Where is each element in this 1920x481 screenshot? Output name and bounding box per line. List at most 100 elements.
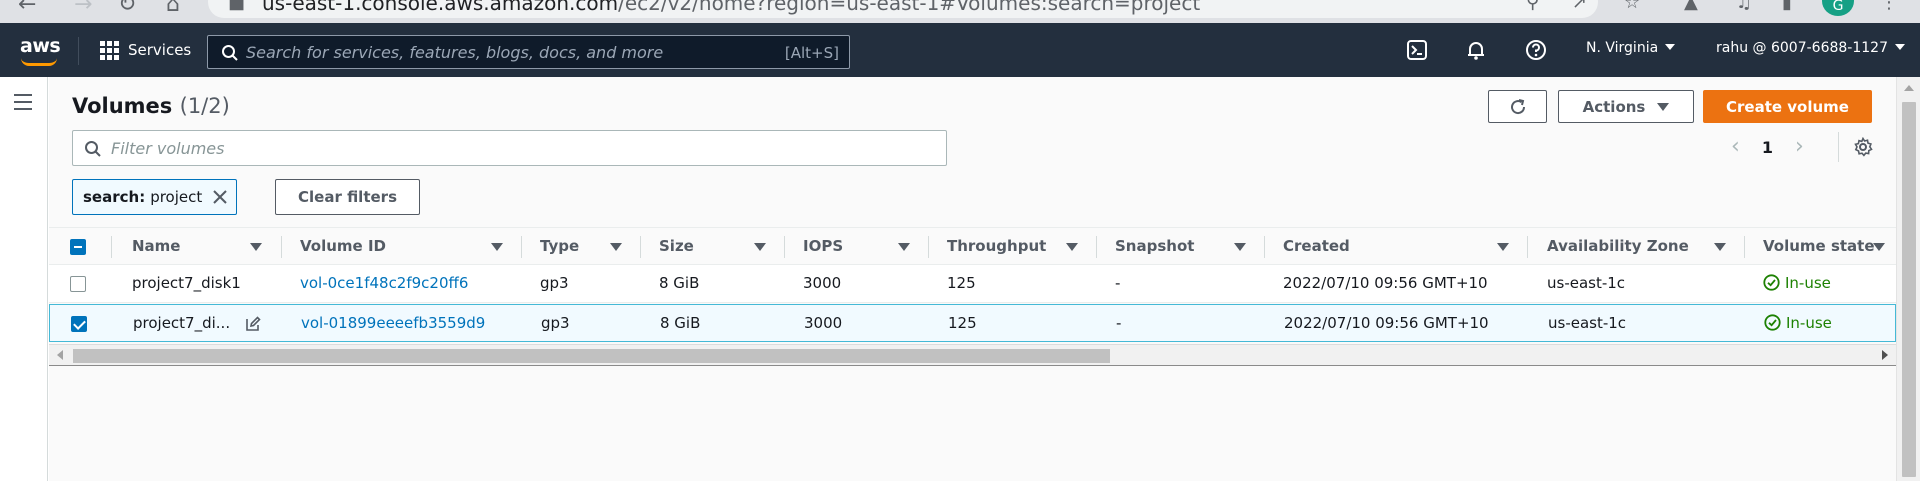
edit-pencil-icon[interactable] xyxy=(245,316,261,332)
pagination: ‹ 1 › xyxy=(1731,135,1804,159)
help-icon[interactable] xyxy=(1525,39,1547,61)
actions-dropdown-button[interactable]: Actions xyxy=(1558,90,1694,123)
actions-label: Actions xyxy=(1582,97,1646,116)
create-volume-button[interactable]: Create volume xyxy=(1703,90,1872,123)
column-header-throughput[interactable]: Throughput xyxy=(947,228,1046,266)
filter-volumes-field[interactable] xyxy=(72,130,947,166)
column-header-volume-state[interactable]: Volume state xyxy=(1763,228,1875,266)
scroll-up-arrow-icon[interactable] xyxy=(1904,85,1914,91)
profile-avatar[interactable]: G xyxy=(1822,0,1854,16)
caret-down-icon xyxy=(1657,102,1670,111)
refresh-icon xyxy=(1510,98,1525,114)
column-header-snapshot[interactable]: Snapshot xyxy=(1115,228,1194,266)
column-header-availability-zone[interactable]: Availability Zone xyxy=(1547,228,1689,266)
select-all-checkbox[interactable] xyxy=(70,239,86,255)
column-header-type[interactable]: Type xyxy=(540,228,579,266)
filter-volumes-input[interactable] xyxy=(111,131,931,165)
column-header-name[interactable]: Name xyxy=(132,228,180,266)
global-search[interactable]: [Alt+S] xyxy=(207,35,850,69)
home-icon[interactable]: ⌂ xyxy=(166,0,180,17)
cell-iops: 3000 xyxy=(804,314,843,332)
column-header-iops[interactable]: IOPS xyxy=(803,228,843,266)
current-page-number[interactable]: 1 xyxy=(1762,138,1773,157)
pagination-divider xyxy=(1838,132,1839,162)
check-circle-icon xyxy=(1763,274,1780,291)
profile-initial: G xyxy=(1832,0,1844,14)
cell-volume-id-link[interactable]: vol-0ce1f48c2f9c20ff6 xyxy=(300,265,468,303)
table-header: Name Volume ID Type Size IOPS Throughput… xyxy=(49,227,1896,265)
share-icon[interactable]: ↗ xyxy=(1572,0,1587,13)
sort-caret-icon[interactable] xyxy=(250,243,262,251)
cell-name: project7_disk1 xyxy=(132,274,241,292)
column-divider xyxy=(111,236,112,258)
cloudshell-icon[interactable] xyxy=(1406,39,1428,61)
search-shortcut-hint: [Alt+S] xyxy=(784,44,839,62)
sort-caret-icon[interactable] xyxy=(1497,243,1509,251)
refresh-button[interactable] xyxy=(1488,90,1547,123)
table-row[interactable]: project7_disk1 vol-0ce1f48c2f9c20ff6 gp3… xyxy=(49,265,1896,303)
table-row[interactable]: project7_di... vol-01899eeeefb3559d9 gp3… xyxy=(49,304,1896,342)
cell-type: gp3 xyxy=(541,314,570,332)
media-note-icon[interactable]: ♫ xyxy=(1736,0,1752,13)
region-selector[interactable]: N. Virginia xyxy=(1586,40,1676,56)
close-icon[interactable] xyxy=(212,189,228,205)
next-page-icon[interactable]: › xyxy=(1795,136,1804,158)
sort-caret-icon[interactable] xyxy=(754,243,766,251)
column-divider xyxy=(784,236,785,258)
account-label: rahu @ 6007-6688-1127 xyxy=(1716,40,1888,56)
row-checkbox[interactable] xyxy=(70,276,86,292)
cell-availability-zone: us-east-1c xyxy=(1547,274,1626,292)
cell-name: project7_di... xyxy=(133,314,231,332)
sort-caret-icon[interactable] xyxy=(1066,243,1078,251)
sort-caret-icon[interactable] xyxy=(610,243,622,251)
scroll-right-arrow-icon[interactable] xyxy=(1882,350,1888,360)
aws-logo[interactable]: aws xyxy=(20,35,61,66)
cell-created: 2022/07/10 09:56 GMT+10 xyxy=(1283,274,1488,292)
previous-page-icon[interactable]: ‹ xyxy=(1731,136,1740,158)
row-checkbox[interactable] xyxy=(71,316,87,332)
check-circle-icon xyxy=(1764,314,1781,331)
column-header-size[interactable]: Size xyxy=(659,228,694,266)
sort-caret-icon[interactable] xyxy=(1234,243,1246,251)
cell-snapshot: - xyxy=(1115,274,1121,292)
cell-volume-id-link[interactable]: vol-01899eeeefb3559d9 xyxy=(301,305,485,343)
clear-filters-button[interactable]: Clear filters xyxy=(275,179,420,215)
cell-iops: 3000 xyxy=(803,274,842,292)
column-divider xyxy=(1264,236,1265,258)
hamburger-menu-icon[interactable] xyxy=(14,94,32,115)
sort-caret-icon[interactable] xyxy=(1873,243,1885,251)
lock-icon[interactable]: ■ xyxy=(228,0,245,13)
zoom-search-icon[interactable]: ⚲ xyxy=(1526,0,1539,13)
column-divider xyxy=(281,236,282,258)
column-header-created[interactable]: Created xyxy=(1283,228,1350,266)
side-panel-icon[interactable]: ▮ xyxy=(1782,0,1792,13)
reload-icon[interactable]: ↻ xyxy=(118,0,136,17)
aws-top-nav: aws Services [Alt+S] N. Virginia rahu @ … xyxy=(0,23,1920,77)
nav-divider xyxy=(78,37,79,65)
column-divider xyxy=(1096,236,1097,258)
back-arrow-icon[interactable]: ← xyxy=(18,0,36,17)
gear-icon[interactable] xyxy=(1853,137,1873,157)
vertical-scroll-thumb[interactable] xyxy=(1902,102,1916,477)
services-menu-button[interactable]: Services xyxy=(100,37,191,63)
account-menu[interactable]: rahu @ 6007-6688-1127 xyxy=(1716,40,1905,56)
global-search-input[interactable] xyxy=(246,36,786,68)
more-menu-icon[interactable]: ⋮ xyxy=(1880,0,1898,13)
state-label: In-use xyxy=(1786,314,1832,332)
aws-logo-text: aws xyxy=(20,35,61,57)
cell-availability-zone: us-east-1c xyxy=(1548,314,1627,332)
column-divider xyxy=(1744,236,1745,258)
horizontal-scrollbar[interactable] xyxy=(49,344,1896,366)
forward-arrow-icon[interactable]: → xyxy=(74,0,92,17)
scroll-left-arrow-icon[interactable] xyxy=(57,350,63,360)
sort-caret-icon[interactable] xyxy=(898,243,910,251)
column-header-volume-id[interactable]: Volume ID xyxy=(300,228,386,266)
sort-caret-icon[interactable] xyxy=(491,243,503,251)
sort-caret-icon[interactable] xyxy=(1714,243,1726,251)
notifications-bell-icon[interactable] xyxy=(1465,39,1487,61)
extensions-puzzle-icon[interactable]: ▲ xyxy=(1684,0,1698,13)
bookmark-star-icon[interactable]: ☆ xyxy=(1624,0,1640,13)
vertical-scrollbar[interactable] xyxy=(1896,77,1920,481)
horizontal-scroll-thumb[interactable] xyxy=(73,349,1110,363)
caret-down-icon xyxy=(1665,44,1676,50)
